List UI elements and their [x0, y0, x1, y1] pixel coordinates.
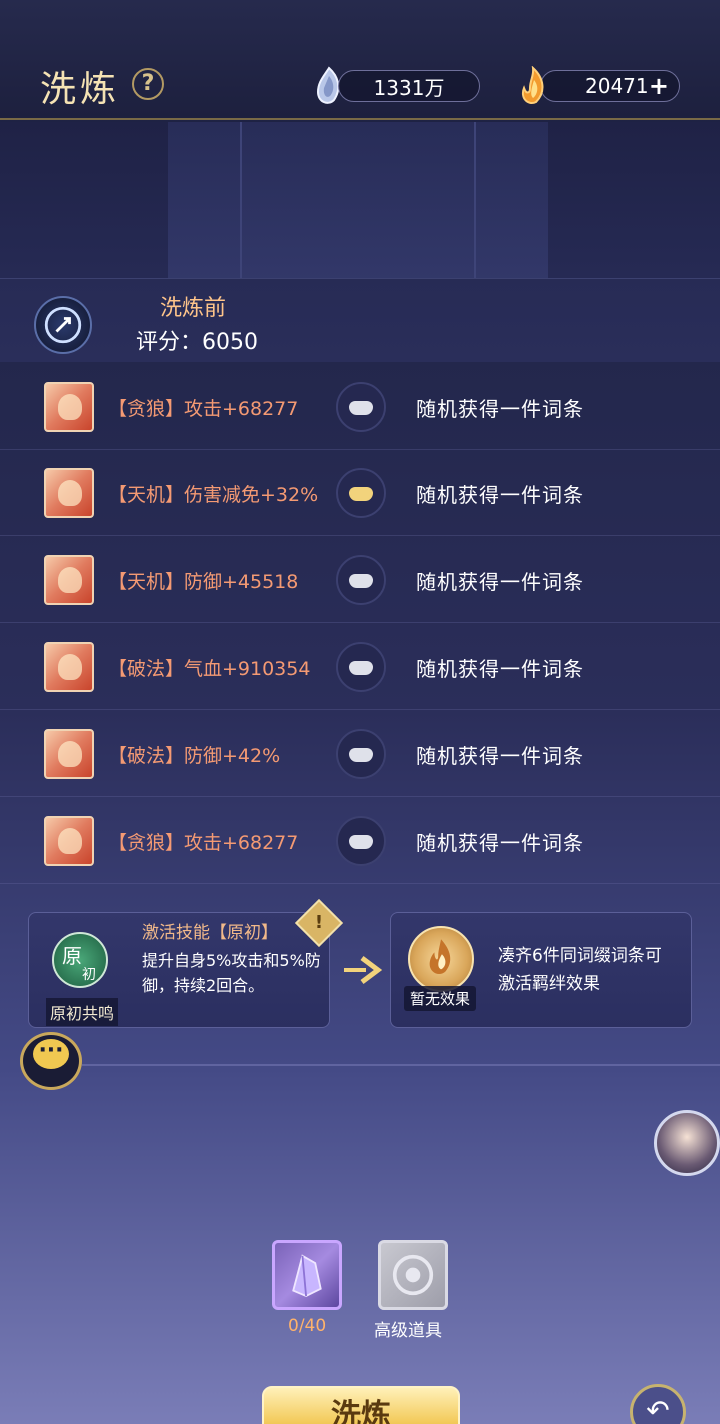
result-text: 随机获得一件词条 [416, 744, 584, 768]
page-title: 洗炼 [40, 69, 121, 110]
score-title: 洗炼前 [160, 296, 227, 321]
crystal-item-icon[interactable] [272, 1240, 342, 1310]
bond-text: 凑齐6件同词缀词条可激活羁绊效果 [498, 946, 662, 994]
lock-toggle-icon[interactable] [336, 382, 386, 432]
bond-status-label: 暂无效果 [404, 986, 477, 1011]
lock-toggle-icon[interactable] [336, 729, 386, 779]
score-line: 评分：6050 [136, 324, 258, 356]
equipment-icon [44, 468, 94, 518]
equipment-icon [44, 555, 94, 605]
chat-bubble-icon[interactable] [20, 1032, 82, 1090]
equipment-icon [44, 642, 94, 692]
lock-toggle-icon[interactable] [336, 468, 386, 518]
attr-text: 【天机】防御+45518 [108, 571, 299, 593]
attr-text: 【破法】气血+910354 [108, 658, 311, 680]
score-area [0, 278, 720, 362]
refine-button[interactable]: 洗炼 [262, 1386, 460, 1424]
advanced-item-icon[interactable] [378, 1240, 448, 1310]
warning-glyph: ! [314, 912, 324, 933]
advanced-item-label: 高级道具 [374, 1321, 442, 1341]
flame-emblem-icon [408, 926, 474, 992]
silver-value: 1331万 [338, 70, 480, 102]
back-arrow-icon[interactable]: ↶ [630, 1384, 686, 1424]
score-label: 评分： [136, 330, 203, 355]
crystal-count: 0/40 [288, 1316, 327, 1336]
banner-ornament [240, 122, 476, 278]
refine-emblem-icon [34, 296, 92, 354]
arrow-right-icon [344, 956, 383, 984]
result-text: 随机获得一件词条 [416, 657, 584, 681]
equipment-icon [44, 729, 94, 779]
lock-toggle-icon[interactable] [336, 816, 386, 866]
skill-title: 激活技能【原初】 [142, 923, 278, 943]
help-icon[interactable]: ? [132, 68, 164, 100]
attr-text: 【贪狼】攻击+68277 [108, 398, 299, 420]
add-currency-button[interactable]: + [649, 72, 669, 100]
score-value: 6050 [202, 330, 259, 355]
fire-currency: 20471 + [516, 66, 682, 106]
silver-currency: 1331万 [312, 66, 480, 106]
skill-desc: 提升自身5%攻击和5%防御，持续2回合。 [142, 951, 321, 995]
attr-text: 【天机】伤害减免+32% [108, 484, 319, 506]
result-text: 随机获得一件词条 [416, 570, 584, 594]
skill-badge-bottom: 初 [82, 967, 96, 983]
result-text: 随机获得一件词条 [416, 831, 584, 855]
result-text: 随机获得一件词条 [416, 397, 584, 421]
fire-value-text: 20471 [585, 74, 649, 98]
result-text: 随机获得一件词条 [416, 483, 584, 507]
equipment-icon [44, 382, 94, 432]
attr-text: 【破法】防御+42% [108, 745, 281, 767]
lock-toggle-icon[interactable] [336, 642, 386, 692]
lock-toggle-icon[interactable] [336, 555, 386, 605]
skill-badge-icon: 原 初 [52, 932, 108, 988]
divider [82, 1064, 720, 1066]
avatar[interactable] [654, 1110, 720, 1176]
skill-badge-top: 原 [62, 944, 82, 968]
fire-coin-icon [522, 66, 544, 104]
attr-text: 【贪狼】攻击+68277 [108, 832, 299, 854]
skill-name: 原初共鸣 [46, 998, 119, 1026]
equipment-icon [44, 816, 94, 866]
fire-value: 20471 + [540, 70, 680, 102]
